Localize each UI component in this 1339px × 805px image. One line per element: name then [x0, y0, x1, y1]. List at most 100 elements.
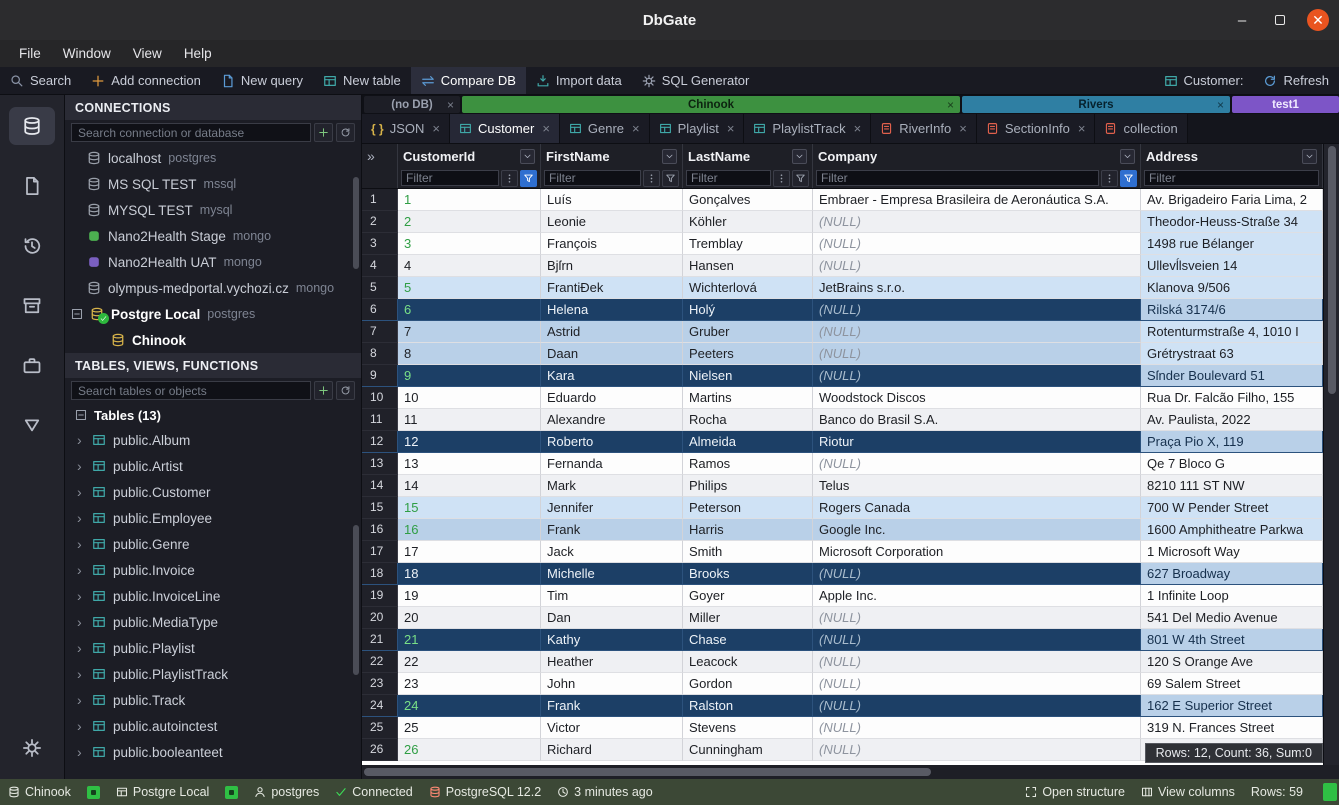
cell-lastname[interactable]: Peeters — [683, 343, 813, 365]
cell-address[interactable]: 69 Salem Street — [1141, 673, 1323, 695]
status-item-view-columns[interactable]: View columns — [1141, 785, 1235, 799]
sidebar-plugins-icon[interactable] — [9, 347, 55, 385]
cell-company[interactable]: Microsoft Corporation — [813, 541, 1141, 563]
sidebar-archive-icon[interactable] — [9, 287, 55, 325]
tab-sectioninfo[interactable]: SectionInfo× — [977, 114, 1096, 143]
tab-collection[interactable]: collection — [1095, 114, 1187, 143]
cell-customerid[interactable]: 8 — [398, 343, 541, 365]
cell-firstname[interactable]: Michelle — [541, 563, 683, 585]
cell-firstname[interactable]: FrantiĐek — [541, 277, 683, 299]
cell-lastname[interactable]: Ramos — [683, 453, 813, 475]
maximize-button[interactable] — [1269, 9, 1291, 31]
close-tab-icon[interactable]: × — [632, 121, 640, 136]
filter-input-address[interactable] — [1144, 170, 1319, 186]
add-table-small-button[interactable] — [314, 381, 333, 400]
tab-playlist[interactable]: Playlist× — [650, 114, 745, 143]
cell-company[interactable]: (NULL) — [813, 695, 1141, 717]
vertical-scrollbar-thumb[interactable] — [1328, 146, 1336, 394]
cell-address[interactable]: 1498 rue Bélanger — [1141, 233, 1323, 255]
cell-firstname[interactable]: Mark — [541, 475, 683, 497]
toolbar-button-search[interactable]: Search — [0, 67, 81, 94]
toolbar-button-new-query[interactable]: New query — [211, 67, 313, 94]
cell-firstname[interactable]: Leonie — [541, 211, 683, 233]
menu-item-view[interactable]: View — [122, 46, 173, 61]
filter-menu-icon[interactable] — [643, 170, 660, 187]
cell-address[interactable]: Sſnder Boulevard 51 — [1141, 365, 1323, 387]
cell-lastname[interactable]: Nielsen — [683, 365, 813, 387]
cell-address[interactable]: Klanova 9/506 — [1141, 277, 1323, 299]
cell-company[interactable]: JetBrains s.r.o. — [813, 277, 1141, 299]
cell-company[interactable]: Woodstock Discos — [813, 387, 1141, 409]
cell-lastname[interactable]: Holý — [683, 299, 813, 321]
connection-item-chinook[interactable]: Chinook — [65, 327, 361, 353]
row-number[interactable]: 6 — [362, 299, 398, 321]
row-number[interactable]: 8 — [362, 343, 398, 365]
chevron-right-icon[interactable]: › — [77, 744, 85, 760]
cell-lastname[interactable]: Philips — [683, 475, 813, 497]
cell-firstname[interactable]: Kara — [541, 365, 683, 387]
cell-firstname[interactable]: Richard — [541, 739, 683, 761]
cell-company[interactable]: (NULL) — [813, 739, 1141, 761]
toolbar-button-add-connection[interactable]: Add connection — [81, 67, 211, 94]
cell-lastname[interactable]: Gonçalves — [683, 189, 813, 211]
chevron-right-icon[interactable]: › — [77, 588, 85, 604]
connections-scrollbar[interactable] — [353, 177, 359, 269]
cell-company[interactable]: Rogers Canada — [813, 497, 1141, 519]
cell-lastname[interactable]: Gruber — [683, 321, 813, 343]
cell-company[interactable]: Embraer - Empresa Brasileira de Aeronáut… — [813, 189, 1141, 211]
close-tab-icon[interactable]: × — [727, 121, 735, 136]
tab-genre[interactable]: Genre× — [560, 114, 650, 143]
cell-lastname[interactable]: Peterson — [683, 497, 813, 519]
cell-company[interactable]: Google Inc. — [813, 519, 1141, 541]
cell-company[interactable]: Apple Inc. — [813, 585, 1141, 607]
cell-firstname[interactable]: Frank — [541, 695, 683, 717]
chevron-right-icon[interactable]: › — [77, 510, 85, 526]
table-item-public-playlist[interactable]: ›public.Playlist — [65, 635, 361, 661]
filter-funnel-icon[interactable] — [1120, 170, 1137, 187]
cell-lastname[interactable]: Wichterlová — [683, 277, 813, 299]
table-item-public-track[interactable]: ›public.Track — [65, 687, 361, 713]
cell-customerid[interactable]: 9 — [398, 365, 541, 387]
cell-firstname[interactable]: Jack — [541, 541, 683, 563]
cell-lastname[interactable]: Stevens — [683, 717, 813, 739]
close-tab-icon[interactable]: × — [542, 121, 550, 136]
cell-customerid[interactable]: 5 — [398, 277, 541, 299]
cell-address[interactable]: 700 W Pender Street — [1141, 497, 1323, 519]
row-number[interactable]: 11 — [362, 409, 398, 431]
sidebar-query-icon[interactable] — [9, 407, 55, 445]
cell-customerid[interactable]: 7 — [398, 321, 541, 343]
chevron-right-icon[interactable]: › — [77, 718, 85, 734]
toolbar-button-new-table[interactable]: New table — [313, 67, 411, 94]
column-dropdown-icon[interactable] — [662, 149, 677, 164]
chevron-right-icon[interactable]: › — [77, 562, 85, 578]
collapse-icon[interactable] — [71, 308, 83, 320]
row-number[interactable]: 13 — [362, 453, 398, 475]
cell-firstname[interactable]: Jennifer — [541, 497, 683, 519]
row-number[interactable]: 3 — [362, 233, 398, 255]
cell-customerid[interactable]: 21 — [398, 629, 541, 651]
filter-input-customerid[interactable] — [401, 170, 499, 186]
tab-customer[interactable]: Customer× — [450, 114, 560, 143]
row-number[interactable]: 19 — [362, 585, 398, 607]
cell-lastname[interactable]: Hansen — [683, 255, 813, 277]
cell-firstname[interactable]: Roberto — [541, 431, 683, 453]
table-item-public-genre[interactable]: ›public.Genre — [65, 531, 361, 557]
cell-company[interactable]: (NULL) — [813, 717, 1141, 739]
cell-customerid[interactable]: 26 — [398, 739, 541, 761]
column-dropdown-icon[interactable] — [1120, 149, 1135, 164]
close-tab-icon[interactable]: × — [1078, 121, 1086, 136]
horizontal-scrollbar[interactable] — [362, 765, 1339, 779]
cell-address[interactable]: Av. Paulista, 2022 — [1141, 409, 1323, 431]
table-item-public-autoinctest[interactable]: ›public.autoinctest — [65, 713, 361, 739]
cell-customerid[interactable]: 17 — [398, 541, 541, 563]
cell-firstname[interactable]: Bjſrn — [541, 255, 683, 277]
table-item-public-mediatype[interactable]: ›public.MediaType — [65, 609, 361, 635]
collapse-icon[interactable] — [75, 409, 87, 421]
filter-menu-icon[interactable] — [1101, 170, 1118, 187]
toolbar-button-refresh[interactable]: Refresh — [1253, 67, 1339, 94]
table-item-public-employee[interactable]: ›public.Employee — [65, 505, 361, 531]
cell-firstname[interactable]: Daan — [541, 343, 683, 365]
row-number[interactable]: 14 — [362, 475, 398, 497]
row-number[interactable]: 15 — [362, 497, 398, 519]
cell-firstname[interactable]: François — [541, 233, 683, 255]
